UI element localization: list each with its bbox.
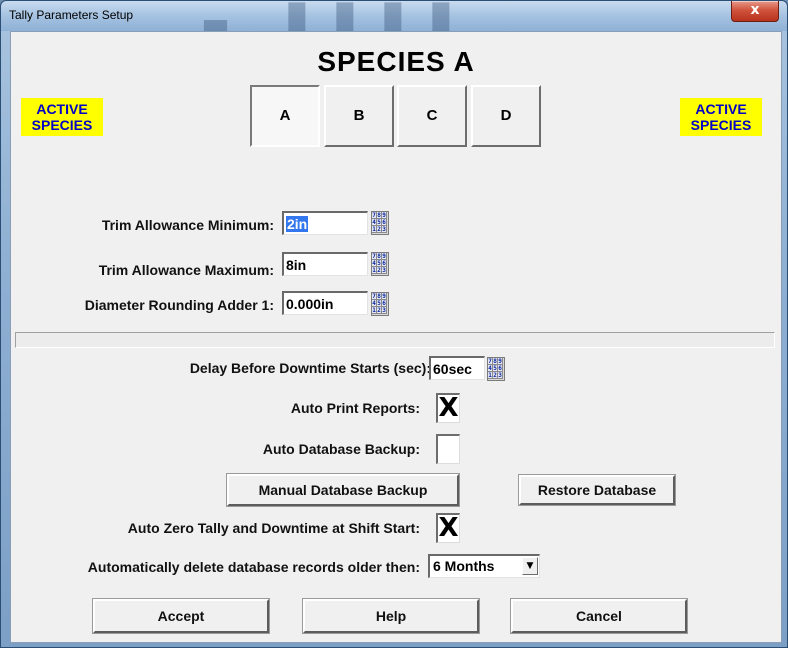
- keypad-digit: 6: [382, 219, 387, 226]
- keypad-icon[interactable]: 789456123: [371, 252, 389, 276]
- tab-species-a[interactable]: A: [250, 85, 320, 147]
- keypad-digit: 9: [382, 253, 387, 260]
- auto-print-checkbox[interactable]: X: [436, 393, 460, 423]
- manual-backup-button[interactable]: Manual Database Backup: [226, 473, 460, 507]
- auto-backup-label: Auto Database Backup:: [262, 441, 420, 457]
- keypad-digit: 3: [382, 267, 387, 274]
- downtime-delay-label: Delay Before Downtime Starts (sec):: [189, 360, 431, 376]
- keypad-digit: 3: [498, 372, 503, 379]
- close-button[interactable]: x: [731, 1, 779, 22]
- trim-max-field[interactable]: 8in: [282, 252, 368, 276]
- keypad-icon[interactable]: 789456123: [371, 211, 389, 235]
- keypad-digit: 9: [382, 293, 387, 300]
- restore-database-button[interactable]: Restore Database: [518, 474, 676, 506]
- keypad-digit: 9: [498, 358, 503, 365]
- auto-zero-checkbox[interactable]: X: [436, 513, 460, 543]
- keypad-digit: 6: [382, 260, 387, 267]
- auto-zero-label: Auto Zero Tally and Downtime at Shift St…: [127, 520, 420, 536]
- accept-button[interactable]: Accept: [92, 598, 270, 634]
- help-button[interactable]: Help: [302, 598, 480, 634]
- dialog-window: ■ ▐▐▐▐ Tally Parameters Setup x SPECIES …: [0, 0, 788, 648]
- trim-max-label: Trim Allowance Maximum:: [98, 262, 274, 278]
- chevron-down-icon[interactable]: ▼: [522, 557, 538, 575]
- trim-min-label: Trim Allowance Minimum:: [101, 217, 274, 233]
- active-species-badge-right: ACTIVE SPECIES: [680, 98, 762, 136]
- trim-min-value: 2in: [286, 216, 309, 232]
- cancel-button[interactable]: Cancel: [510, 598, 688, 634]
- tab-species-b[interactable]: B: [324, 85, 394, 147]
- diameter-adder-field[interactable]: 0.000in: [282, 291, 368, 315]
- trim-min-field[interactable]: 2in: [282, 211, 368, 235]
- keypad-icon[interactable]: 789456123: [371, 292, 389, 316]
- downtime-delay-field[interactable]: 60sec: [429, 356, 485, 380]
- keypad-digit: 6: [498, 365, 503, 372]
- section-divider: [15, 332, 775, 348]
- auto-delete-value: 6 Months: [433, 558, 495, 574]
- diameter-adder-label: Diameter Rounding Adder 1:: [84, 297, 274, 313]
- auto-delete-label: Automatically delete database records ol…: [87, 559, 420, 575]
- species-heading: SPECIES A: [317, 46, 475, 77]
- keypad-digit: 9: [382, 212, 387, 219]
- keypad-digit: 6: [382, 300, 387, 307]
- title-bar[interactable]: ■ ▐▐▐▐ Tally Parameters Setup x: [1, 1, 787, 31]
- window-title: Tally Parameters Setup: [9, 8, 134, 22]
- active-species-badge-left: ACTIVE SPECIES: [21, 98, 103, 136]
- dialog-content: SPECIES A ACTIVE SPECIES ACTIVE SPECIES …: [10, 31, 782, 643]
- keypad-digit: 3: [382, 307, 387, 314]
- auto-print-label: Auto Print Reports:: [290, 400, 420, 416]
- keypad-digit: 3: [382, 226, 387, 233]
- title-bar-background-art: ■ ▐▐▐▐: [201, 4, 464, 31]
- tab-species-c[interactable]: C: [397, 85, 467, 147]
- auto-delete-select[interactable]: 6 Months ▼: [428, 554, 540, 578]
- keypad-icon[interactable]: 789456123: [487, 357, 505, 381]
- auto-backup-checkbox[interactable]: [436, 434, 460, 464]
- tab-species-d[interactable]: D: [471, 85, 541, 147]
